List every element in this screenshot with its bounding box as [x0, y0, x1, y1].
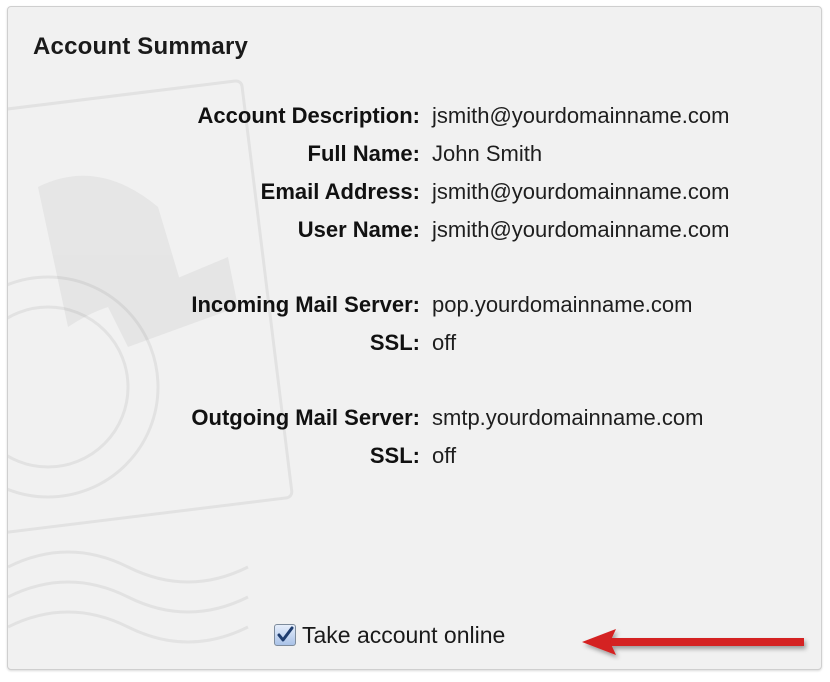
full-name-row: Full Name:: [8, 141, 420, 171]
field-value: smtp.yourdomainname.com: [432, 405, 704, 430]
field-value: jsmith@yourdomainname.com: [432, 217, 730, 242]
field-label: User Name:: [297, 217, 420, 242]
outgoing-ssl-row: SSL:: [8, 443, 420, 473]
email-address-row: Email Address:: [8, 179, 420, 209]
field-value: John Smith: [432, 141, 543, 166]
take-account-online-label[interactable]: Take account online: [302, 622, 505, 649]
field-label: Incoming Mail Server:: [191, 292, 420, 317]
take-account-online-control[interactable]: Take account online: [274, 620, 505, 650]
user-name-row: User Name:: [8, 217, 420, 247]
left-arrow-icon: [582, 629, 804, 655]
field-value: pop.yourdomainname.com: [432, 292, 693, 317]
field-value: jsmith@yourdomainname.com: [432, 179, 730, 204]
field-value: off: [432, 330, 457, 355]
incoming-mail-server-row: Incoming Mail Server:: [8, 292, 420, 322]
field-label: Account Description:: [197, 103, 420, 128]
field-label: Full Name:: [307, 141, 420, 166]
incoming-ssl-row: SSL:: [8, 330, 420, 360]
account-summary-panel: Account Summary Account Description: jsm…: [7, 6, 822, 670]
field-value: off: [432, 443, 457, 468]
outgoing-mail-server-row: Outgoing Mail Server:: [8, 405, 420, 435]
field-label: SSL:: [369, 443, 420, 468]
checkmark-icon: [277, 626, 294, 642]
field-label: SSL:: [369, 330, 420, 355]
page-title: Account Summary: [33, 33, 249, 60]
account-description-row: Account Description:: [8, 103, 420, 133]
field-label: Outgoing Mail Server:: [191, 405, 420, 430]
field-value: jsmith@yourdomainname.com: [432, 103, 730, 128]
field-label: Email Address:: [260, 179, 420, 204]
take-account-online-checkbox[interactable]: [274, 624, 296, 646]
